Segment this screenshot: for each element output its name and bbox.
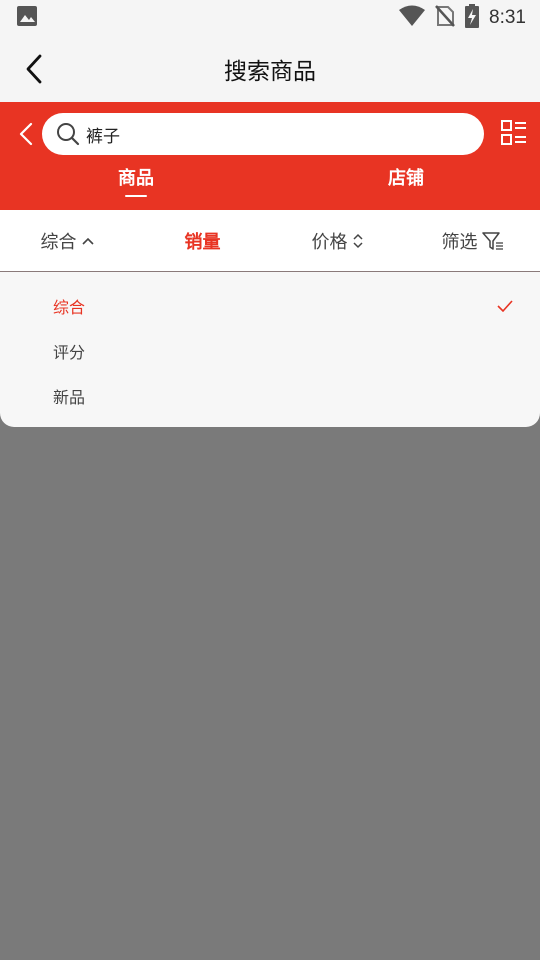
sort-sales-label: 销量 bbox=[184, 231, 221, 253]
sort-filter-label: 筛选 bbox=[441, 231, 478, 253]
wifi-icon bbox=[399, 5, 426, 31]
battery-charging-icon bbox=[465, 4, 480, 32]
sort-sales[interactable]: 销量 bbox=[135, 210, 270, 271]
list-layout-toggle-button[interactable] bbox=[498, 117, 530, 149]
sort-updown-icon bbox=[352, 233, 363, 248]
no-sim-icon bbox=[435, 5, 455, 31]
tab-shops[interactable]: 店铺 bbox=[366, 164, 446, 204]
sort-dropdown-menu: 综合 评分 新品 bbox=[0, 272, 540, 427]
sort-comprehensive-label: 综合 bbox=[40, 231, 77, 253]
check-icon bbox=[497, 299, 513, 312]
status-bar: 8:31 bbox=[0, 0, 540, 36]
tab-goods[interactable]: 商品 bbox=[96, 164, 176, 204]
back-arrow-icon bbox=[19, 122, 33, 146]
back-arrow-icon bbox=[26, 54, 42, 84]
search-input[interactable]: 裤子 bbox=[42, 113, 484, 155]
status-time: 8:31 bbox=[489, 7, 526, 28]
image-icon bbox=[16, 5, 38, 31]
tab-active-indicator bbox=[125, 195, 147, 197]
title-bar: 搜索商品 bbox=[0, 36, 540, 102]
sort-price[interactable]: 价格 bbox=[270, 210, 405, 271]
sort-filter[interactable]: 筛选 bbox=[405, 210, 540, 271]
dropdown-option-label: 综合 bbox=[53, 297, 86, 317]
chevron-up-icon bbox=[81, 237, 94, 245]
list-layout-icon bbox=[501, 120, 526, 145]
dropdown-option-label: 新品 bbox=[53, 387, 86, 407]
filter-icon bbox=[481, 231, 503, 250]
sort-price-label: 价格 bbox=[311, 231, 348, 253]
search-back-button[interactable] bbox=[14, 118, 38, 150]
back-button[interactable] bbox=[18, 53, 50, 85]
dropdown-option-comprehensive[interactable]: 综合 bbox=[0, 283, 540, 328]
dropdown-option-rating[interactable]: 评分 bbox=[0, 328, 540, 373]
sort-bar: 综合 销量 价格 筛选 bbox=[0, 210, 540, 272]
search-icon bbox=[57, 123, 80, 146]
page-title: 搜索商品 bbox=[224, 59, 316, 85]
search-header: 裤子 商品 店铺 bbox=[0, 102, 540, 210]
sort-comprehensive[interactable]: 综合 bbox=[0, 210, 135, 271]
dropdown-option-new[interactable]: 新品 bbox=[0, 373, 540, 418]
dropdown-option-label: 评分 bbox=[53, 342, 86, 362]
tab-goods-label: 商品 bbox=[118, 168, 154, 189]
tab-shops-label: 店铺 bbox=[388, 168, 424, 189]
search-query: 裤子 bbox=[86, 126, 120, 147]
